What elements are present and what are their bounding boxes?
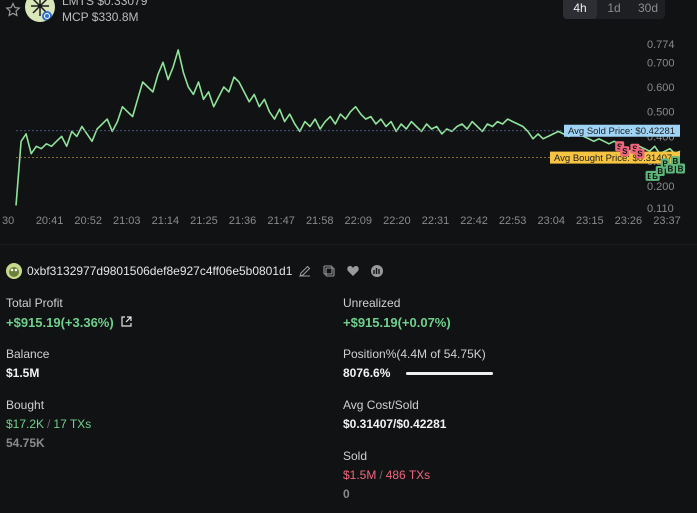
y-tick-label: 0.700 [647, 57, 675, 69]
x-tick-label: 21:36 [229, 215, 257, 227]
token-name-price: LMTS $0.33079 [62, 0, 148, 8]
balance-value: $1.5M [6, 366, 40, 380]
avg-cost-sold-label: Avg Cost/Sold [343, 398, 419, 412]
total-profit: Total Profit +$915.19(+3.36%) [6, 296, 133, 330]
wallet-address[interactable]: 0xbf3132977d9801506def8e927c4ff06e5b0801… [27, 264, 292, 278]
sell-marker-label: S [637, 150, 643, 159]
unrealized: Unrealized +$915.19(+0.07%) [343, 296, 451, 330]
x-tick-label: 23:37 [653, 215, 681, 227]
position: Position%(4.4M of 54.75K) 8076.6% [343, 347, 493, 380]
avg-sold-tag-label: Avg Sold Price: $0.42281 [568, 126, 675, 137]
x-tick-label: 21:58 [306, 215, 334, 227]
bought-separator: / [47, 417, 51, 431]
x-tick-label: 22:42 [460, 215, 488, 227]
sold: Sold $1.5M/486 TXs 0 [343, 449, 430, 501]
tab-30d[interactable]: 30d [631, 0, 665, 19]
total-profit-amount: +$915.19(+3.36%) [6, 315, 114, 330]
explorer-icon[interactable] [370, 264, 384, 278]
wallet-row: 0xbf3132977d9801506def8e927c4ff06e5b0801… [6, 263, 394, 279]
y-tick-label: 0.200 [647, 181, 675, 193]
heart-icon[interactable] [346, 264, 360, 278]
divider [0, 244, 697, 245]
star-icon[interactable] [5, 2, 21, 18]
x-tick-label: 23:04 [537, 215, 565, 227]
x-tick-label: 21:03 [113, 215, 141, 227]
x-tick-label: 21:14 [152, 215, 180, 227]
copy-icon[interactable] [322, 264, 336, 278]
position-value: 8076.6% [343, 366, 391, 380]
position-progress-fill [405, 372, 493, 376]
sell-marker-label: S [622, 147, 628, 156]
sold-txs: 486 TXs [385, 468, 431, 482]
tab-1d[interactable]: 1d [597, 0, 631, 19]
x-tick-label: 20:52 [74, 215, 102, 227]
bought-amount: $17.2K [6, 417, 45, 431]
x-tick-label: 21:47 [267, 215, 295, 227]
x-tick-label: 22:09 [345, 215, 373, 227]
total-profit-value: +$915.19(+3.36%) [6, 315, 133, 330]
total-profit-label: Total Profit [6, 296, 63, 310]
y-tick-label: 0.774 [647, 39, 675, 51]
tab-4h[interactable]: 4h [563, 0, 597, 19]
avg-cost-sold: Avg Cost/Sold $0.31407/$0.42281 [343, 398, 446, 431]
bought-txs: 17 TXs [53, 417, 92, 431]
x-tick-label: 21:25 [190, 215, 218, 227]
x-tick-label: 30 [2, 215, 14, 227]
bought-token-amount: 54.75K [6, 436, 45, 450]
token-market-cap: MCP $330.8M [62, 10, 139, 24]
token-header: LMTS $0.33079 MCP $330.8M 4h 1d 30d [0, 0, 697, 24]
edit-icon[interactable] [298, 264, 312, 278]
x-tick-label: 23:15 [576, 215, 604, 227]
bought-label: Bought [6, 398, 45, 412]
position-label: Position%(4.4M of 54.75K) [343, 347, 486, 361]
avg-bought-tag-label: Avg Bought Price: $0.31407 [554, 153, 672, 164]
x-tick-label: 23:26 [615, 215, 643, 227]
unrealized-value: +$915.19(+0.07%) [343, 315, 451, 330]
timeframe-tabs: 4h 1d 30d [563, 0, 665, 19]
x-tick-label: 22:31 [422, 215, 450, 227]
token-logo [25, 0, 55, 22]
avg-cost-sold-value: $0.31407/$0.42281 [343, 417, 447, 431]
sold-label: Sold [343, 449, 368, 463]
balance: Balance $1.5M [6, 347, 49, 380]
balance-label: Balance [6, 347, 50, 361]
x-tick-label: 22:20 [383, 215, 411, 227]
y-tick-label: 0.110 [647, 203, 674, 215]
unrealized-label: Unrealized [343, 296, 401, 310]
price-chart[interactable]: 0.7740.7000.6000.5000.4000.3000.2000.110… [0, 30, 697, 230]
sold-separator: / [379, 468, 383, 482]
external-link-icon[interactable] [120, 315, 133, 328]
buy-marker-label: B [678, 164, 684, 173]
sold-amount: $1.5M [343, 468, 377, 482]
bought: Bought $17.2K/17 TXs 54.75K [6, 398, 91, 450]
sold-token-amount: 0 [343, 487, 350, 501]
position-progress [405, 372, 493, 376]
y-tick-label: 0.600 [647, 82, 675, 94]
x-tick-label: 20:41 [36, 215, 64, 227]
wallet-avatar [6, 263, 22, 279]
y-tick-label: 0.500 [647, 107, 675, 119]
x-tick-label: 22:53 [499, 215, 527, 227]
